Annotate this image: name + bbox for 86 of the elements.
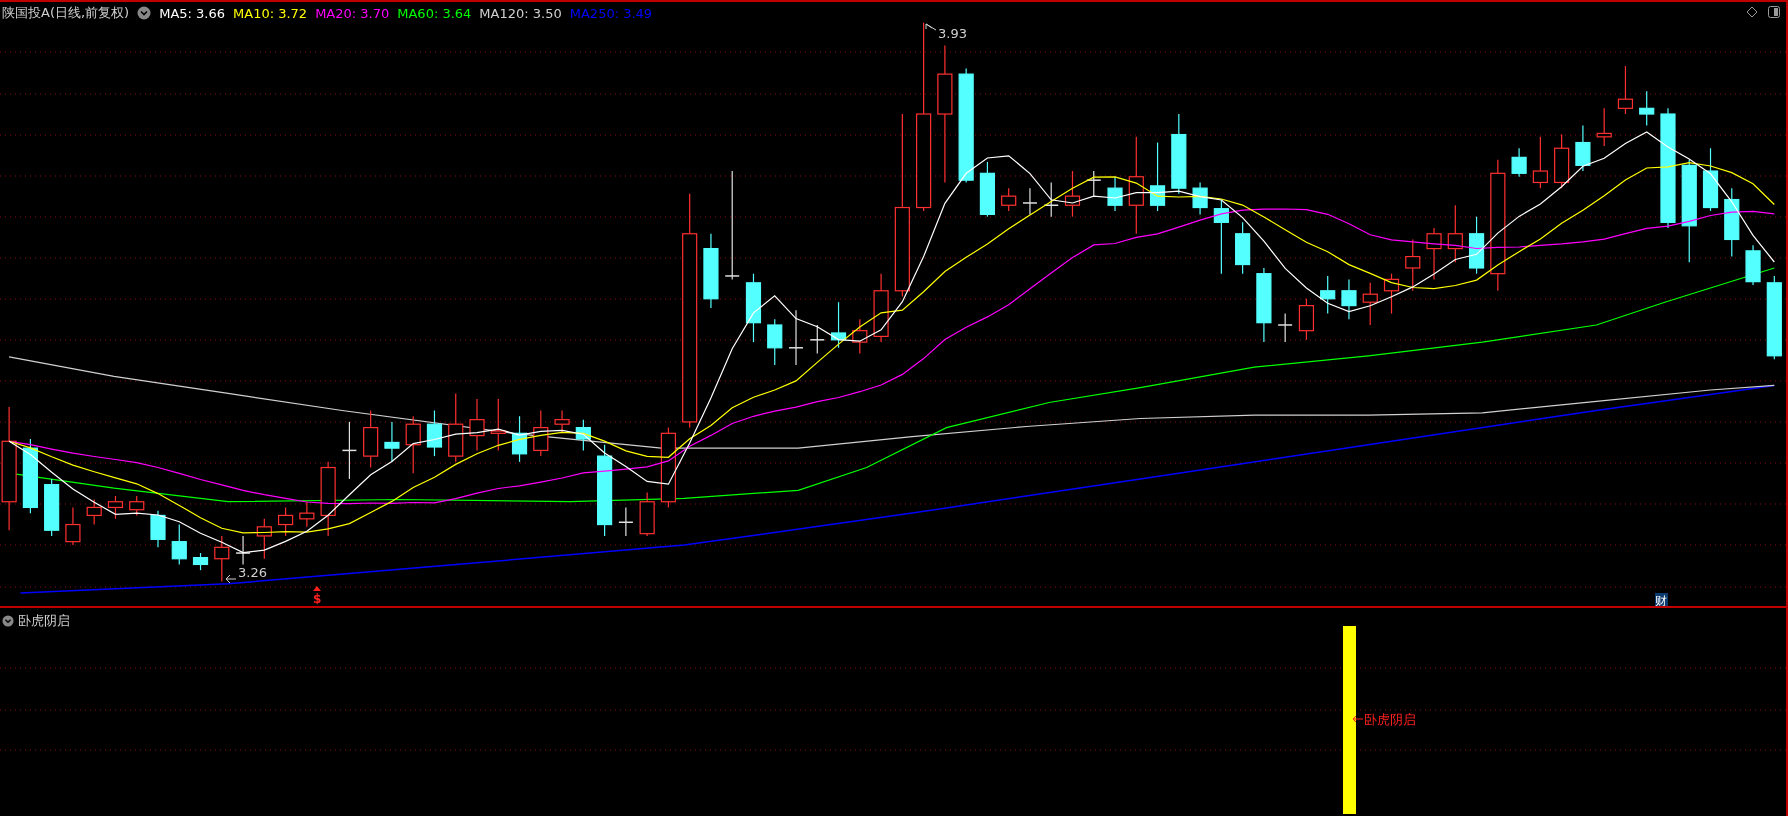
candlestick <box>1086 170 1102 197</box>
candlestick <box>299 501 315 528</box>
candlestick <box>1341 278 1357 320</box>
candlestick <box>554 409 570 434</box>
candlestick <box>1596 107 1612 147</box>
candlestick <box>1001 187 1017 212</box>
candlestick <box>1149 141 1166 212</box>
candlestick <box>788 309 804 366</box>
candlestick <box>1064 170 1081 218</box>
candlestick <box>235 535 251 566</box>
candlestick <box>1639 90 1655 127</box>
candlestick <box>192 552 209 571</box>
signal-label: 卧虎阴启 <box>1364 712 1416 727</box>
candlestick <box>1362 282 1378 326</box>
candlestick <box>1617 65 1634 115</box>
candlestick <box>639 492 655 537</box>
candlestick <box>1405 238 1421 292</box>
candlestick <box>1447 204 1463 263</box>
candlestick <box>1043 181 1059 218</box>
candlestick <box>979 161 995 218</box>
candlestick <box>533 409 549 457</box>
indicator-value: MA20: 3.70 <box>315 5 390 21</box>
arrow-icon <box>925 23 937 31</box>
candlestick <box>150 510 166 548</box>
candlestick <box>1532 136 1548 189</box>
candlestick <box>214 535 230 583</box>
candlestick <box>618 506 634 537</box>
indicator-value: MA120: 3.50 <box>479 5 562 21</box>
candlestick <box>65 506 81 546</box>
high-price-label: 3.93 <box>938 26 967 41</box>
candlestick <box>405 415 421 474</box>
candlestick <box>107 495 124 520</box>
arrow-icon <box>1352 715 1364 723</box>
indicator-value: MA5: 3.66 <box>159 5 226 21</box>
candlestick <box>511 415 528 463</box>
dropdown-icon[interactable] <box>2 615 14 627</box>
low-price-label: 3.26 <box>238 565 267 580</box>
candlestick <box>1468 216 1485 275</box>
candlestick <box>830 301 847 349</box>
candlestick <box>341 421 358 480</box>
candlestick <box>852 318 868 355</box>
dropdown-icon[interactable] <box>137 6 152 20</box>
candlestick <box>767 318 783 366</box>
candlestick <box>1383 273 1400 315</box>
finance-marker-background <box>1655 593 1668 606</box>
candlestick <box>1277 312 1293 343</box>
candlestick <box>44 478 60 537</box>
arrow-icon <box>313 586 321 591</box>
diamond-icon[interactable] <box>1746 6 1758 18</box>
candlestick <box>256 518 272 560</box>
dividend-marker[interactable]: $ <box>313 592 322 606</box>
candlestick <box>873 273 889 343</box>
indicator-value: MA250: 3.49 <box>569 5 653 21</box>
candlestick <box>1554 133 1570 189</box>
candlestick <box>1426 227 1442 280</box>
candlestick <box>809 324 826 355</box>
candlestick <box>448 392 464 463</box>
candlestick <box>1745 244 1761 286</box>
candlestick <box>129 495 145 516</box>
candlestick <box>363 409 379 469</box>
candlestick <box>1511 147 1527 178</box>
candlestick <box>1298 298 1315 341</box>
candlestick <box>575 419 591 452</box>
indicator-title: 卧虎阴启 <box>18 612 70 630</box>
arrow-icon <box>225 574 237 584</box>
candlestick <box>384 421 400 463</box>
panel-toggle-icon[interactable] <box>1768 6 1780 18</box>
candlestick <box>469 398 485 452</box>
candlestick <box>1702 147 1719 212</box>
stock-title: 陕国投A(日线,前复权) <box>2 4 130 22</box>
indicator-value: MA60: 3.64 <box>397 5 472 21</box>
candlestick <box>426 409 443 457</box>
candlestick <box>86 498 102 526</box>
candlestick <box>1724 187 1740 258</box>
candlestick <box>1192 181 1208 215</box>
candlestick <box>745 273 762 343</box>
candlestick <box>1320 275 1336 315</box>
indicator-value: MA10: 3.72 <box>233 5 308 21</box>
candlestick <box>1022 187 1038 215</box>
candlestick <box>278 506 294 537</box>
candlestick <box>1235 221 1251 275</box>
candlestick <box>1107 176 1123 212</box>
candlestick <box>1575 124 1591 172</box>
finance-marker[interactable]: 财 <box>1655 594 1667 606</box>
candlestick <box>171 523 187 566</box>
candlestick <box>490 398 506 452</box>
